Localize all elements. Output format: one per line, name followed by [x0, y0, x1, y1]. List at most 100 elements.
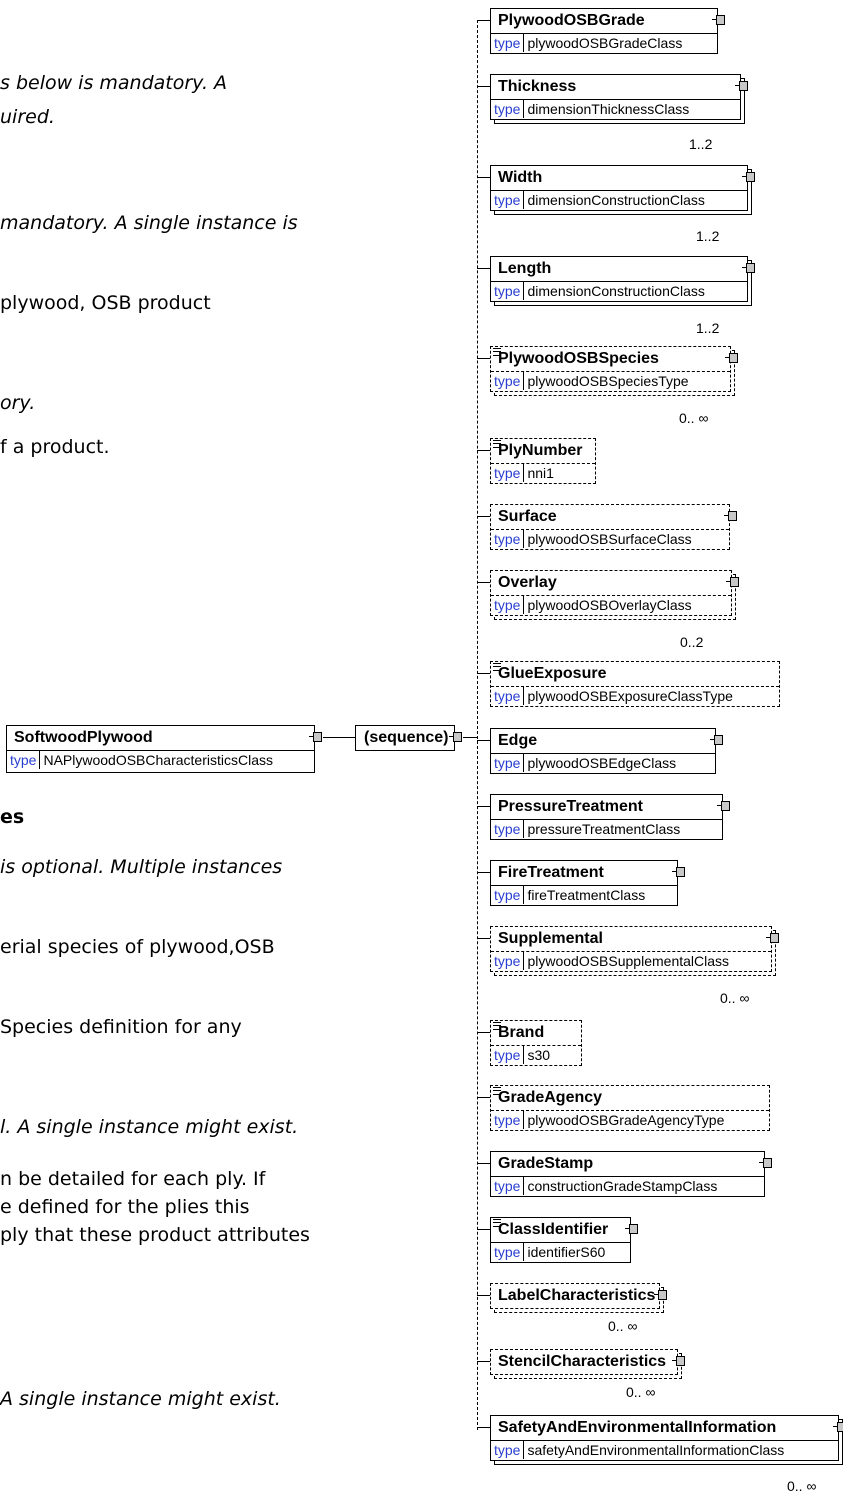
doc-text-line: plywood, OSB product	[0, 292, 211, 314]
element-type-row: type dimensionConstructionClass	[491, 281, 747, 300]
expand-connector-icon[interactable]	[625, 1224, 638, 1234]
element-box-length[interactable]: Length type dimensionConstructionClass	[490, 256, 755, 306]
element-type: dimensionConstructionClass	[527, 283, 705, 299]
sequence-connector-icon[interactable]	[449, 732, 462, 742]
expand-connector-icon[interactable]	[726, 577, 739, 587]
child-connector-line	[477, 1295, 490, 1296]
element-box-plywood-osbgrade[interactable]: PlywoodOSBGrade type plywoodOSBGradeClass	[490, 8, 725, 54]
element-box-overlay[interactable]: Overlay type plywoodOSBOverlayClass	[490, 570, 739, 620]
doc-text-line: l. A single instance might exist.	[0, 1116, 299, 1138]
expand-connector-icon[interactable]	[710, 735, 723, 745]
root-element-type-row: type NAPlywoodOSBCharacteristicsClass	[7, 750, 314, 769]
type-keyword-link[interactable]: type	[491, 687, 525, 705]
reference-icon	[493, 348, 501, 356]
element-box-fire-treatment[interactable]: FireTreatment type fireTreatmentClass	[490, 860, 685, 906]
type-keyword-link[interactable]: type	[491, 886, 525, 904]
type-keyword-link[interactable]: type	[491, 952, 525, 970]
doc-text-line: is optional. Multiple instances	[0, 856, 283, 878]
element-type-row: type safetyAndEnvironmentalInformationCla…	[491, 1440, 838, 1459]
type-keyword-link[interactable]: type	[491, 820, 525, 838]
reference-icon	[493, 440, 501, 448]
element-box-grade-agency[interactable]: GradeAgency type plywoodOSBGradeAgencyType	[490, 1085, 770, 1131]
element-name: Supplemental	[498, 930, 603, 947]
element-box-brand[interactable]: Brand type s30	[490, 1020, 582, 1066]
element-name: LabelCharacteristics	[498, 1287, 656, 1304]
element-box-pressure-treatment[interactable]: PressureTreatment type pressureTreatmentCl…	[490, 794, 730, 840]
element-type: plywoodOSBOverlayClass	[527, 597, 692, 613]
type-keyword-link[interactable]: type	[491, 1177, 525, 1195]
type-keyword-link[interactable]: type	[491, 100, 525, 118]
element-box-surface[interactable]: Surface type plywoodOSBSurfaceClass	[490, 504, 737, 550]
cardinality-label: 1..2	[696, 228, 720, 244]
type-keyword-link[interactable]: type	[491, 372, 525, 390]
type-keyword-link[interactable]: type	[7, 751, 41, 769]
cardinality-label: 0.. ∞	[787, 1478, 817, 1494]
element-box-safety-and-environmental-information[interactable]: SafetyAndEnvironmentalInformation type saf…	[490, 1415, 843, 1465]
element-box-class-identifier[interactable]: ClassIdentifier type identifierS60	[490, 1217, 638, 1263]
element-box-grade-stamp[interactable]: GradeStamp type constructionGradeStampClas…	[490, 1151, 772, 1197]
type-keyword-link[interactable]: type	[491, 282, 525, 300]
type-keyword-link[interactable]: type	[491, 464, 525, 482]
element-box-glue-exposure[interactable]: GlueExposure type plywoodOSBExposureClassT…	[490, 661, 780, 707]
doc-text-line: e defined for the plies this	[0, 1196, 250, 1218]
type-keyword-link[interactable]: type	[491, 191, 525, 209]
type-keyword-link[interactable]: type	[491, 1441, 525, 1459]
expand-connector-icon[interactable]	[766, 933, 779, 943]
cardinality-label: 0.. ∞	[626, 1384, 656, 1400]
expand-connector-icon[interactable]	[712, 15, 725, 25]
expand-connector-icon[interactable]	[672, 867, 685, 877]
cardinality-label: 0.. ∞	[679, 410, 709, 426]
expand-connector-icon[interactable]	[654, 1290, 667, 1300]
type-keyword-link[interactable]: type	[491, 754, 525, 772]
cardinality-label: 1..2	[696, 320, 720, 336]
expand-connector-icon[interactable]	[735, 81, 748, 91]
sequence-spine	[477, 20, 479, 1430]
element-box-plywood-osbspecies[interactable]: PlywoodOSBSpecies type plywoodOSBSpeciesTy…	[490, 346, 738, 396]
type-keyword-link[interactable]: type	[491, 596, 525, 614]
element-type-row: type nni1	[491, 463, 595, 482]
element-type-row: type plywoodOSBSurfaceClass	[491, 529, 729, 548]
expand-connector-icon[interactable]	[309, 732, 322, 742]
reference-icon	[493, 1022, 501, 1030]
element-type: plywoodOSBSupplementalClass	[527, 953, 730, 969]
element-name: PressureTreatment	[498, 798, 643, 815]
doc-text-line: s below is mandatory. A	[0, 72, 228, 94]
expand-connector-icon[interactable]	[717, 801, 730, 811]
element-box-stencil-characteristics[interactable]: StencilCharacteristics	[490, 1349, 685, 1379]
element-type: identifierS60	[527, 1244, 606, 1260]
element-name: Length	[498, 260, 552, 277]
element-box-ply-number[interactable]: PlyNumber type nni1	[490, 438, 596, 484]
expand-connector-icon[interactable]	[725, 353, 738, 363]
expand-connector-icon[interactable]	[742, 263, 755, 273]
element-type-row: type dimensionConstructionClass	[491, 190, 747, 209]
sequence-label: (sequence)	[364, 729, 449, 746]
type-keyword-link[interactable]: type	[491, 530, 525, 548]
type-keyword-link[interactable]: type	[491, 1243, 525, 1261]
element-box-supplemental[interactable]: Supplemental type plywoodOSBSupplementalCl…	[490, 926, 779, 976]
cardinality-label: 0.. ∞	[720, 990, 750, 1006]
element-type: pressureTreatmentClass	[527, 821, 681, 837]
element-box-thickness[interactable]: Thickness type dimensionThicknessClass	[490, 74, 748, 124]
element-type: dimensionConstructionClass	[527, 192, 705, 208]
child-connector-line	[477, 1163, 490, 1164]
type-keyword-link[interactable]: type	[491, 34, 525, 52]
child-connector-line	[477, 938, 490, 939]
expand-connector-icon[interactable]	[833, 1422, 843, 1432]
child-connector-line	[477, 177, 490, 178]
expand-connector-icon[interactable]	[724, 511, 737, 521]
element-box-label-characteristics[interactable]: LabelCharacteristics	[490, 1283, 667, 1313]
expand-connector-icon[interactable]	[672, 1356, 685, 1366]
type-keyword-link[interactable]: type	[491, 1046, 525, 1064]
sequence-compositor[interactable]: (sequence)	[355, 725, 462, 751]
element-box-edge[interactable]: Edge type plywoodOSBEdgeClass	[490, 728, 723, 774]
root-element-box[interactable]: SoftwoodPlywood type NAPlywoodOSBCharacte…	[6, 725, 322, 773]
element-type: dimensionThicknessClass	[527, 101, 690, 117]
element-name: GradeStamp	[498, 1155, 594, 1172]
expand-connector-icon[interactable]	[759, 1158, 772, 1168]
doc-text-line: n be detailed for each ply. If	[0, 1168, 266, 1190]
element-name: GradeAgency	[498, 1089, 603, 1106]
child-connector-line	[477, 673, 490, 674]
expand-connector-icon[interactable]	[742, 172, 755, 182]
element-box-width[interactable]: Width type dimensionConstructionClass	[490, 165, 755, 215]
type-keyword-link[interactable]: type	[491, 1111, 525, 1129]
